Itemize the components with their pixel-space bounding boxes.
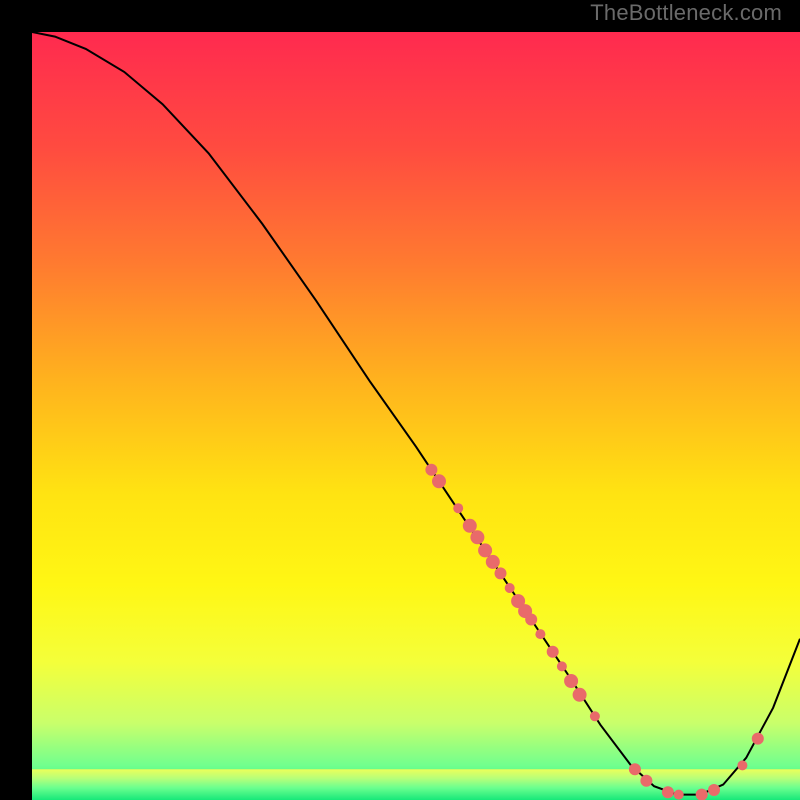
chart-frame [16, 16, 784, 784]
gradient-background [32, 32, 800, 800]
data-point [478, 543, 492, 557]
data-point [674, 790, 684, 800]
data-point [564, 674, 578, 688]
data-point [453, 503, 463, 513]
data-point [425, 464, 437, 476]
data-point [590, 711, 600, 721]
data-point [547, 646, 559, 658]
data-point [708, 784, 720, 796]
data-point [752, 733, 764, 745]
data-point [463, 519, 477, 533]
data-point [629, 763, 641, 775]
data-point [573, 688, 587, 702]
data-point [470, 530, 484, 544]
data-point [505, 583, 515, 593]
data-point [525, 614, 537, 626]
data-point [495, 567, 507, 579]
chart-svg [32, 32, 800, 800]
watermark-label: TheBottleneck.com [590, 0, 782, 26]
data-point [557, 661, 567, 671]
data-point [640, 775, 652, 787]
data-point [432, 474, 446, 488]
data-point [737, 760, 747, 770]
data-point [486, 555, 500, 569]
data-point [662, 786, 674, 798]
data-point [535, 629, 545, 639]
